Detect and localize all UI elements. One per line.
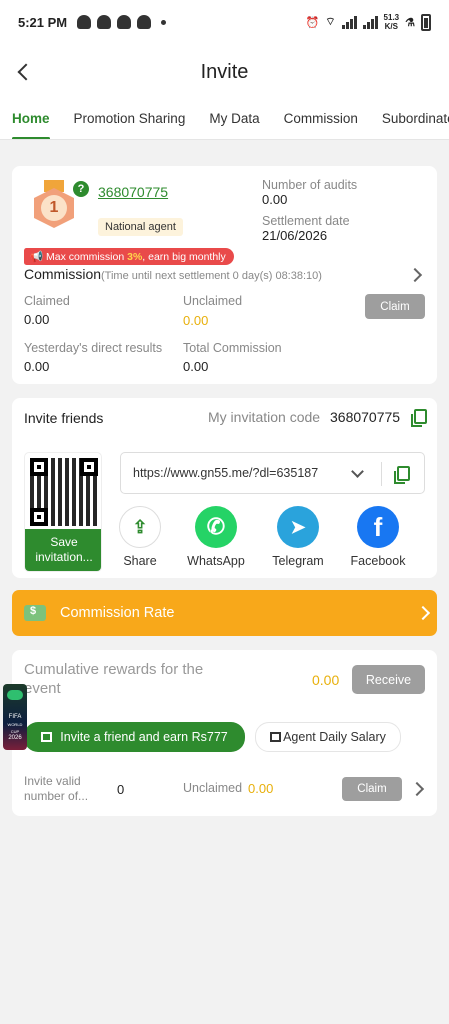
yesterday-results-value: 0.00 — [24, 359, 50, 374]
net-speed: 51.3 K/S — [383, 13, 400, 31]
commission-rate-button[interactable]: Commission Rate — [12, 590, 437, 636]
claimed-label: Claimed — [24, 294, 70, 308]
commission-title[interactable]: Commission(Time until next settlement 0 … — [24, 266, 322, 282]
total-commission-label: Total Commission — [183, 341, 282, 355]
facebook-button[interactable]: f Facebook — [338, 506, 418, 568]
snapchat-icon — [137, 15, 152, 29]
gift-icon — [270, 732, 282, 742]
back-icon[interactable] — [14, 60, 38, 84]
claimed-value: 0.00 — [24, 312, 50, 327]
rewards-claim-button[interactable]: Claim — [342, 777, 402, 801]
settlement-label: Settlement date — [262, 214, 350, 228]
qr-code: Save invitation... — [24, 452, 102, 572]
tab-home[interactable]: Home — [0, 100, 62, 139]
rewards-unclaimed-label: Unclaimed — [183, 781, 243, 795]
signal-icon — [362, 15, 378, 29]
telegram-button[interactable]: ➤ Telegram — [258, 506, 338, 568]
tab-promotion-sharing[interactable]: Promotion Sharing — [62, 100, 198, 139]
unclaimed-value: 0.00 — [183, 313, 209, 328]
invitation-code: 368070775 — [330, 409, 401, 425]
telegram-icon: ➤ — [277, 506, 319, 548]
tab-commission[interactable]: Commission — [272, 100, 370, 139]
tab-subordinate[interactable]: Subordinate — [370, 100, 449, 139]
level-medal-icon: 1 — [34, 180, 74, 228]
invite-card: Invite friends My invitation code 368070… — [12, 398, 437, 578]
cumulative-rewards-title: Cumulative rewards for the event — [24, 661, 204, 697]
claim-button[interactable]: Claim — [365, 294, 425, 319]
invite-link-field[interactable]: https://www.gn55.me/?dl=635187 — [120, 452, 425, 494]
agent-daily-salary-button[interactable]: Agent Daily Salary — [255, 722, 401, 752]
snapchat-icon — [77, 15, 92, 29]
invitation-code-label: My invitation code — [208, 409, 321, 425]
receive-button[interactable]: Receive — [352, 665, 425, 694]
share-icon: ⇪ — [119, 506, 161, 548]
invite-valid-value: 0 — [117, 782, 125, 797]
tab-my-data[interactable]: My Data — [197, 100, 271, 139]
whatsapp-icon: ✆ — [195, 506, 237, 548]
copy-code-icon[interactable] — [411, 409, 427, 427]
facebook-icon: f — [357, 506, 399, 548]
agent-id[interactable]: 368070775 — [98, 184, 168, 200]
status-time: 5:21 PM — [18, 14, 68, 30]
total-commission-value: 0.00 — [183, 359, 209, 374]
yesterday-results-label: Yesterday's direct results — [24, 341, 163, 355]
settlement-value: 21/06/2026 — [262, 228, 328, 243]
battery-icon — [421, 13, 431, 31]
max-commission-banner: 📢 Max commission 3%, earn big monthly — [24, 248, 234, 265]
audits-value: 0.00 — [262, 192, 288, 207]
chevron-right-icon[interactable] — [409, 781, 425, 797]
wifi-icon: ⌔ — [325, 16, 336, 28]
rewards-card: Cumulative rewards for the event 0.00 Re… — [12, 650, 437, 816]
audits-label: Number of audits — [262, 178, 358, 192]
chevron-right-icon — [415, 605, 431, 621]
chevron-down-icon[interactable] — [351, 465, 364, 478]
fifa-world-cup-badge[interactable]: FIFA WORLD CUP 2026 — [3, 684, 27, 750]
rewards-unclaimed-value: 0.00 — [248, 781, 274, 796]
money-icon — [24, 605, 46, 621]
share-button[interactable]: ⇪ Share — [100, 506, 180, 568]
megaphone-icon: 📢 — [30, 251, 46, 263]
agent-level-badge: National agent — [98, 218, 183, 236]
chevron-right-icon[interactable] — [407, 267, 423, 283]
agent-card: 1 ? 368070775 National agent Number of a… — [12, 166, 437, 384]
status-right: ⏰ ⌔ 51.3 K/S ⚗ — [305, 13, 431, 31]
app-header: Invite — [0, 44, 449, 100]
invite-earn-button[interactable]: Invite a friend and earn Rs777 — [24, 722, 245, 752]
flask-icon: ⚗ — [405, 16, 415, 29]
gift-icon — [41, 732, 53, 742]
signal-icon — [341, 15, 357, 29]
page-title: Invite — [200, 60, 249, 83]
save-invitation-button[interactable]: Save invitation... — [25, 529, 101, 571]
snapchat-icon — [97, 15, 112, 29]
snapchat-icon — [117, 15, 132, 29]
settlement-countdown: (Time until next settlement 0 day(s) 08:… — [101, 270, 322, 282]
invite-friends-title: Invite friends — [24, 410, 104, 426]
status-bar: 5:21 PM ⏰ ⌔ 51.3 K/S ⚗ — [0, 0, 449, 44]
more-notifications-icon — [161, 19, 167, 25]
notification-icons — [77, 15, 152, 29]
commission-rate-label: Commission Rate — [60, 605, 175, 621]
alarm-icon: ⏰ — [305, 16, 320, 29]
help-icon[interactable]: ? — [73, 181, 89, 197]
tab-bar: Home Promotion Sharing My Data Commissio… — [0, 100, 449, 140]
invite-valid-label: Invite valid number of... — [24, 774, 89, 803]
cumulative-rewards-value: 0.00 — [312, 672, 340, 688]
copy-link-icon[interactable] — [394, 466, 410, 484]
whatsapp-button[interactable]: ✆ WhatsApp — [176, 506, 256, 568]
invite-link: https://www.gn55.me/?dl=635187 — [133, 466, 319, 480]
unclaimed-label: Unclaimed — [183, 294, 243, 308]
